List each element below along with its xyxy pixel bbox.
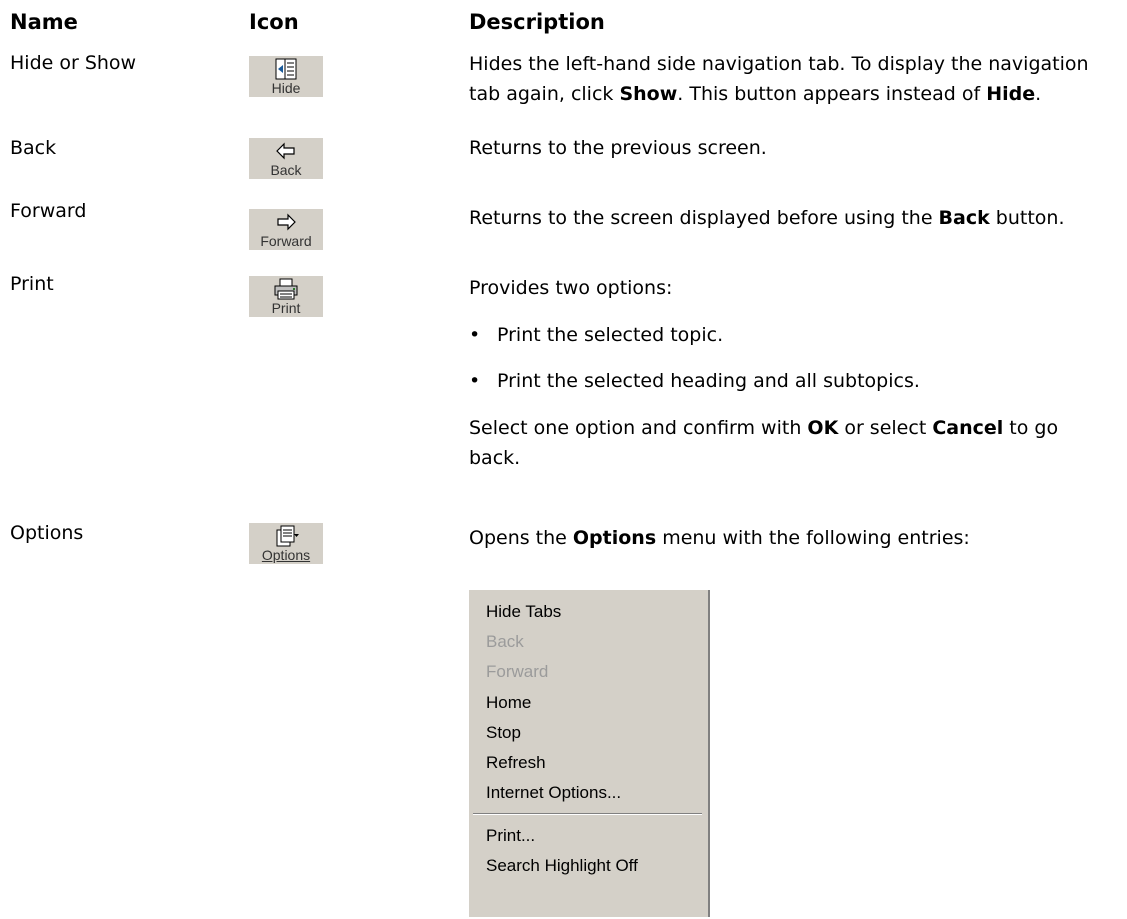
back-button-label: Back	[270, 162, 302, 178]
menu-item-hide-tabs[interactable]: Hide Tabs	[486, 602, 561, 622]
header-icon: Icon	[249, 10, 299, 34]
back-emphasis: Back	[938, 207, 990, 229]
row-desc-hide-show: Hides the left-hand side navigation tab.…	[469, 53, 1089, 105]
row-name-back: Back	[10, 137, 57, 159]
forward-arrow-icon	[249, 211, 323, 233]
options-emphasis: Options	[572, 527, 657, 549]
print-button-label: Print	[271, 300, 301, 316]
options-button-label: Options	[261, 547, 311, 563]
row-name-print: Print	[10, 273, 54, 295]
menu-item-forward[interactable]: Forward	[486, 662, 548, 682]
printer-icon	[249, 278, 323, 300]
menu-item-stop[interactable]: Stop	[486, 723, 521, 743]
show-emphasis: Show	[619, 83, 678, 105]
menu-item-internet-options[interactable]: Internet Options...	[486, 783, 621, 803]
cancel-emphasis: Cancel	[932, 417, 1004, 439]
options-button[interactable]: Options	[249, 523, 323, 564]
ok-emphasis: OK	[807, 417, 839, 439]
hide-button[interactable]: Hide	[249, 56, 323, 97]
row-name-forward: Forward	[10, 200, 87, 222]
header-name: Name	[10, 10, 78, 34]
row-name-options: Options	[10, 522, 84, 544]
menu-item-back[interactable]: Back	[486, 632, 524, 652]
back-arrow-icon	[249, 140, 323, 162]
row-name-hide-show: Hide or Show	[10, 52, 137, 74]
menu-item-search-highlight-off[interactable]: Search Highlight Off	[486, 856, 638, 876]
menu-item-print[interactable]: Print...	[486, 826, 535, 846]
hide-button-label: Hide	[271, 80, 301, 96]
menu-separator	[473, 813, 702, 815]
menu-item-refresh[interactable]: Refresh	[486, 753, 546, 773]
menu-item-home[interactable]: Home	[486, 693, 531, 713]
row-desc-back: Returns to the previous screen.	[469, 137, 767, 159]
options-menu: Hide Tabs Back Forward Home Stop Refresh…	[469, 590, 710, 917]
row-desc-print-confirm: Select one option and confirm with OK or…	[469, 417, 1059, 469]
print-button[interactable]: Print	[249, 276, 323, 317]
back-button[interactable]: Back	[249, 138, 323, 179]
row-desc-options: Opens the Options menu with the followin…	[469, 527, 970, 549]
options-icon	[249, 525, 323, 547]
row-desc-forward: Returns to the screen displayed before u…	[469, 207, 1065, 229]
forward-button-label: Forward	[260, 233, 312, 249]
hide-emphasis: Hide	[986, 83, 1036, 105]
header-description: Description	[469, 10, 605, 34]
hide-tab-icon	[249, 58, 323, 80]
forward-button[interactable]: Forward	[249, 209, 323, 250]
row-desc-print: Provides two options:	[469, 277, 673, 299]
